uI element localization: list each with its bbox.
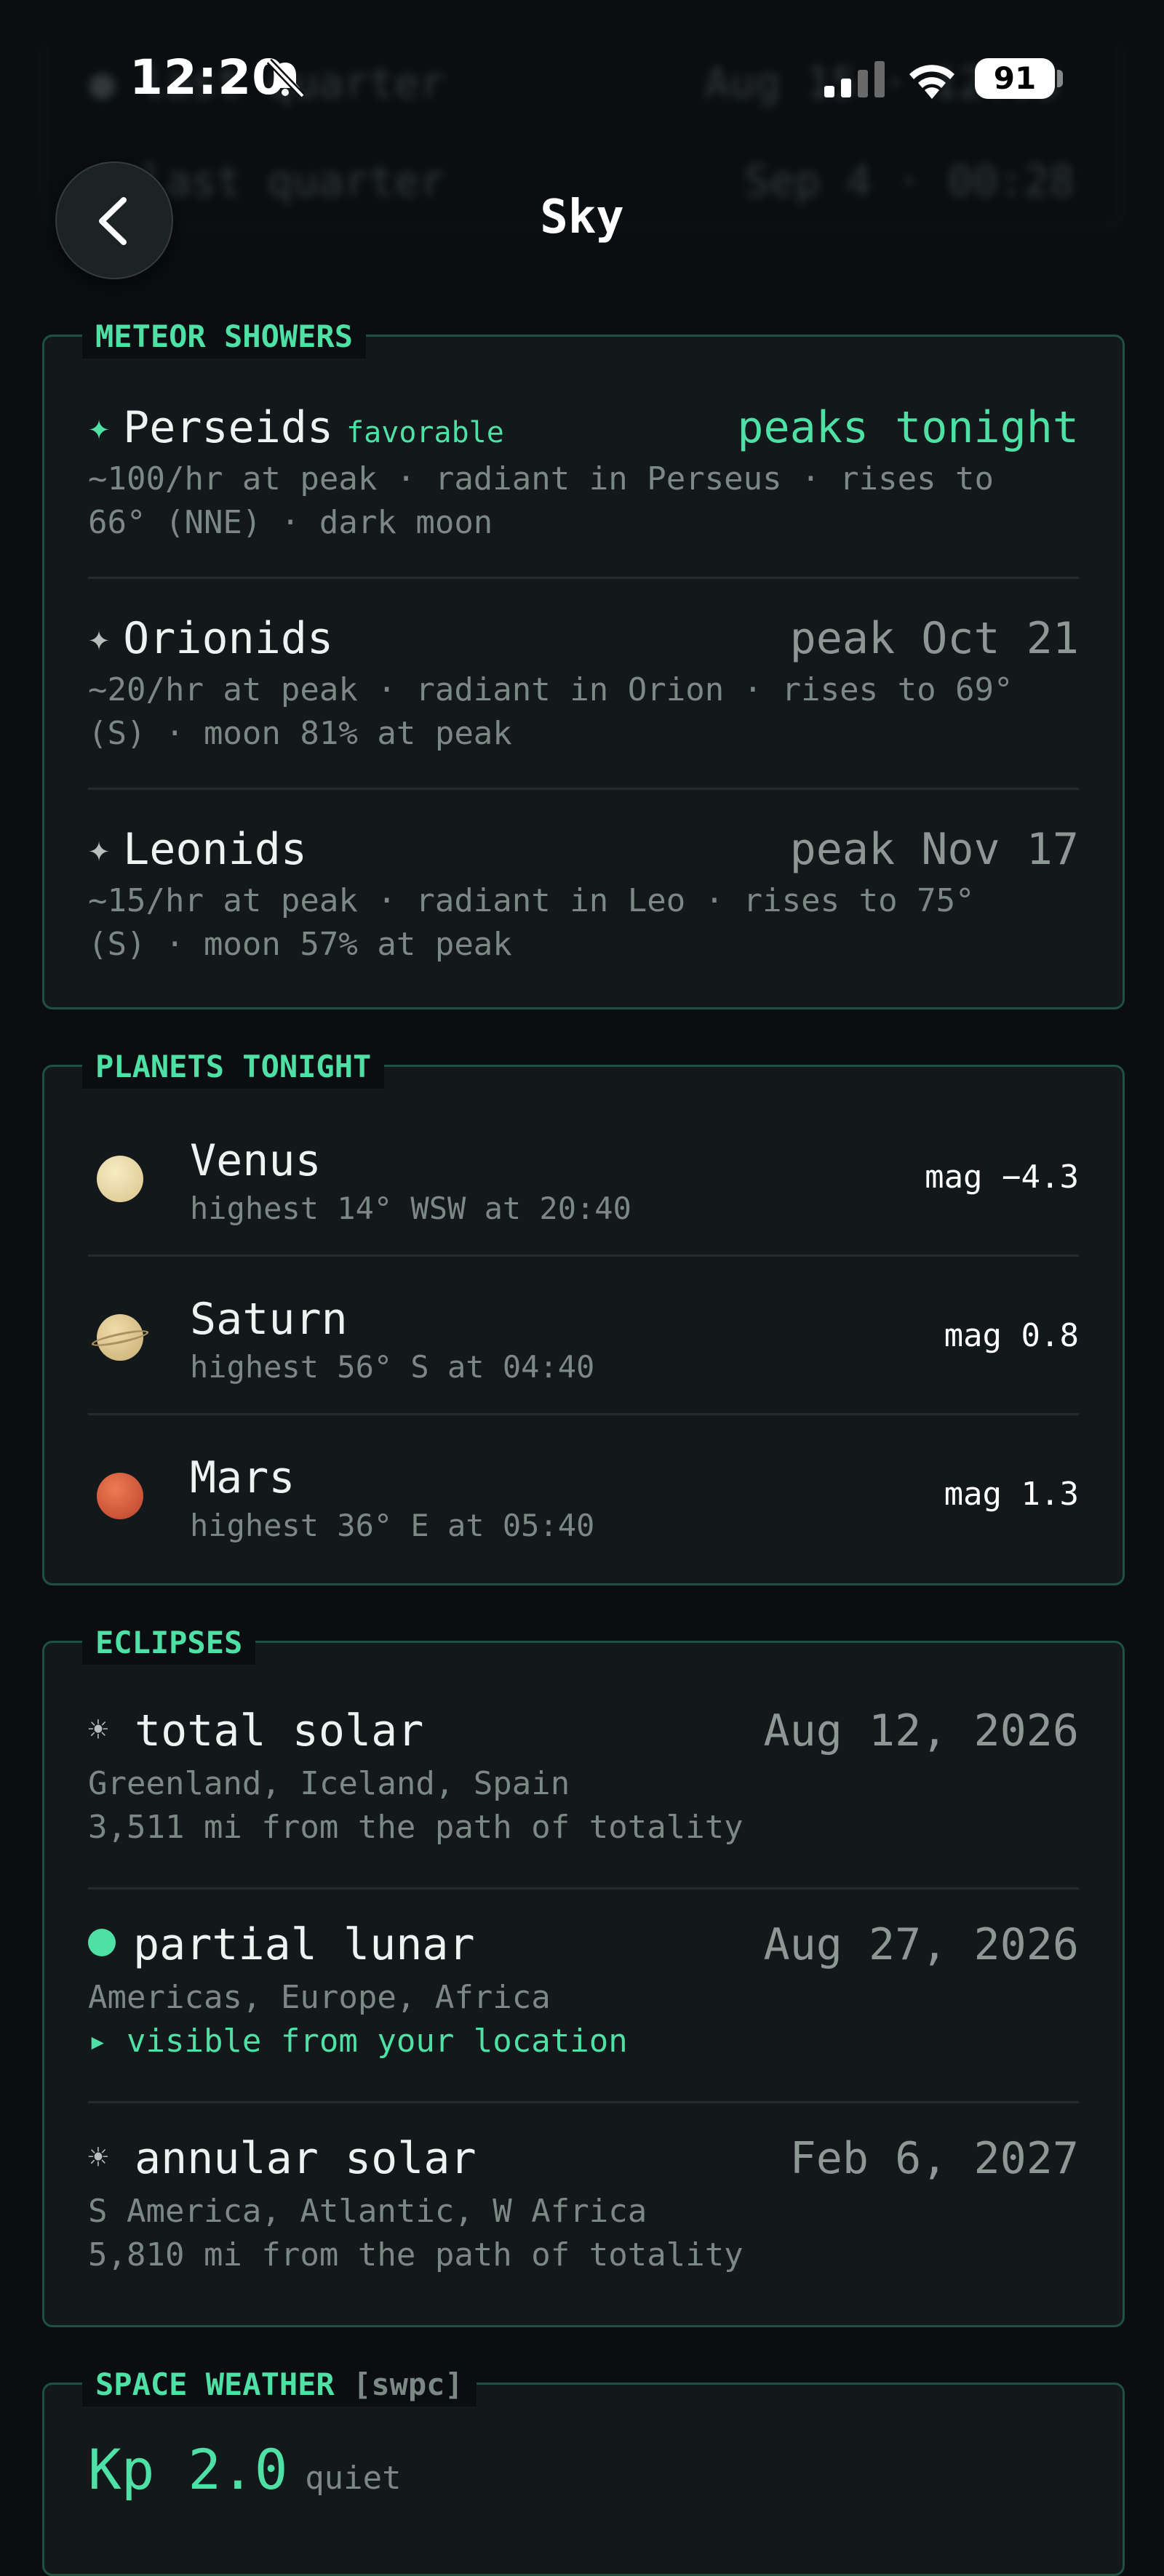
eclipse-distance: 3,511 mi from the path of totality <box>88 1809 744 1846</box>
meteor-row-leonids[interactable]: ✦ Leonids peak Nov 17 ~15/hr at peak · ra… <box>88 824 1079 967</box>
sparkle-icon: ✦ <box>88 406 111 448</box>
eclipse-name: partial lunar <box>133 1919 475 1970</box>
meteor-name: Orionids <box>123 613 334 664</box>
eclipse-row-partial-lunar[interactable]: partial lunar Aug 27, 2026 Americas, Eur… <box>88 1919 1079 2063</box>
planet-name: Venus <box>190 1135 322 1186</box>
planet-mag: mag 1.3 <box>944 1476 1079 1513</box>
eclipse-name: total solar <box>135 1705 424 1756</box>
divider <box>88 1887 1079 1889</box>
battery-indicator: 91 <box>975 58 1055 99</box>
space-weather-section: SPACE WEATHER [swpc] Kp 2.0 quiet <box>42 2363 1125 2576</box>
section-label: METEOR SHOWERS <box>82 315 367 359</box>
divider <box>88 1255 1079 1257</box>
planet-mag: mag 0.8 <box>944 1317 1079 1354</box>
meteor-showers-section: METEOR SHOWERS ✦ Perseids favorable peaks … <box>42 315 1125 1009</box>
cellular-signal-icon <box>824 61 885 97</box>
meteor-detail-2: (S) · moon 81% at peak <box>88 715 512 752</box>
meteor-name: Leonids <box>123 824 307 875</box>
meteor-row-orionids[interactable]: ✦ Orionids peak Oct 21 ~20/hr at peak · r… <box>88 613 1079 756</box>
eclipse-distance: 5,810 mi from the path of totality <box>88 2236 744 2273</box>
meteor-detail-1: ~20/hr at peak · radiant in Orion · rise… <box>88 671 1013 708</box>
eclipses-section: ECLIPSES ☀ total solar Aug 12, 2026 Green… <box>42 1621 1125 2327</box>
saturn-icon <box>90 1314 150 1361</box>
sun-icon: ☀ <box>88 2137 108 2177</box>
eclipse-visible-note: ▸ visible from your location <box>88 2023 628 2060</box>
section-label: PLANETS TONIGHT <box>82 1045 385 1089</box>
battery-tip <box>1057 70 1063 87</box>
swpc-source: [swpc] <box>353 2367 463 2402</box>
eclipse-date: Aug 12, 2026 <box>763 1705 1079 1756</box>
eclipse-regions: S America, Atlantic, W Africa <box>88 2193 647 2230</box>
planet-desc: highest 14° WSW at 20:40 <box>190 1191 631 1226</box>
section-label: SPACE WEATHER [swpc] <box>82 2363 477 2407</box>
meteor-when: peaks tonight <box>737 402 1079 453</box>
page-title: Sky <box>540 191 624 244</box>
favorable-tag: favorable <box>346 416 504 449</box>
mars-icon <box>97 1473 143 1519</box>
divider <box>88 577 1079 579</box>
sparkle-icon: ✦ <box>88 617 111 659</box>
kp-value: Kp 2.0 <box>88 2437 288 2502</box>
planet-row-saturn[interactable]: Saturn highest 56° S at 04:40 mag 0.8 <box>44 1276 1123 1385</box>
kp-status: quiet <box>305 2460 402 2497</box>
eclipse-row-total-solar[interactable]: ☀ total solar Aug 12, 2026 Greenland, Ice… <box>88 1705 1079 1849</box>
eclipse-regions: Americas, Europe, Africa <box>88 1979 551 2016</box>
meteor-name: Perseids <box>123 402 334 453</box>
bell-muted-icon <box>266 58 306 99</box>
eclipse-row-annular-solar[interactable]: ☀ annular solar Feb 6, 2027 S America, At… <box>88 2133 1079 2277</box>
eclipse-name: annular solar <box>135 2133 477 2184</box>
sun-icon: ☀ <box>88 1710 108 1749</box>
planet-row-mars[interactable]: Mars highest 36° E at 05:40 mag 1.3 <box>44 1435 1123 1544</box>
meteor-detail-1: ~15/hr at peak · radiant in Leo · rises … <box>88 882 975 919</box>
planet-row-venus[interactable]: Venus highest 14° WSW at 20:40 mag −4.3 <box>44 1118 1123 1227</box>
meteor-detail-2: (S) · moon 57% at peak <box>88 926 512 963</box>
meteor-when: peak Nov 17 <box>789 824 1079 875</box>
divider <box>88 2101 1079 2103</box>
meteor-row-perseids[interactable]: ✦ Perseids favorable peaks tonight ~100/hr… <box>88 402 1079 545</box>
planet-desc: highest 56° S at 04:40 <box>190 1349 595 1385</box>
meteor-detail-1: ~100/hr at peak · radiant in Perseus · r… <box>88 460 994 497</box>
eclipse-date: Aug 27, 2026 <box>763 1919 1079 1970</box>
eclipse-regions: Greenland, Iceland, Spain <box>88 1765 570 1802</box>
planets-section: PLANETS TONIGHT Venus highest 14° WSW at… <box>42 1045 1125 1585</box>
wifi-icon <box>909 65 954 99</box>
eclipse-date: Feb 6, 2027 <box>789 2133 1079 2184</box>
status-bar: 12:20 91 <box>0 0 1164 145</box>
meteor-when: peak Oct 21 <box>789 613 1079 664</box>
planet-name: Saturn <box>190 1294 348 1345</box>
venus-icon <box>97 1156 143 1202</box>
section-label: ECLIPSES <box>82 1621 256 1665</box>
divider <box>88 788 1079 790</box>
kp-readout: Kp 2.0 quiet <box>88 2437 402 2502</box>
meteor-detail-2: 66° (NNE) · dark moon <box>88 504 493 541</box>
divider <box>88 1413 1079 1415</box>
space-weather-label: SPACE WEATHER <box>95 2367 335 2402</box>
sparkle-icon: ✦ <box>88 828 111 870</box>
planet-name: Mars <box>190 1452 295 1503</box>
planet-desc: highest 36° E at 05:40 <box>190 1508 595 1543</box>
dot-icon <box>88 1929 116 1956</box>
status-time: 12:20 <box>129 49 287 105</box>
planet-mag: mag −4.3 <box>925 1159 1079 1196</box>
